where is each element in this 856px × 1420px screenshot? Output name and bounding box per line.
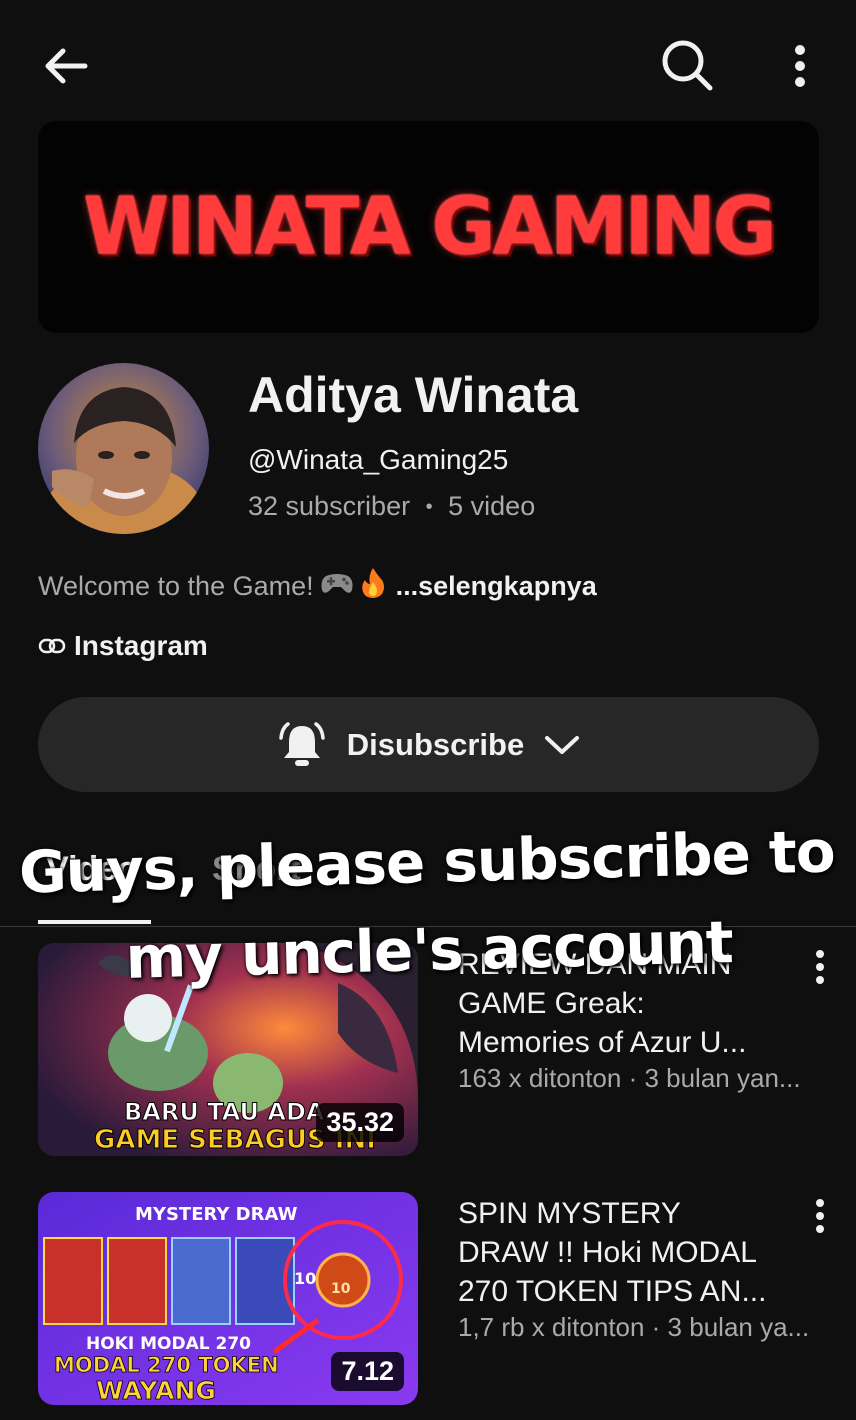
description-text: Welcome to the Game! [38, 571, 314, 601]
gamepad-icon [320, 570, 354, 603]
thumbnail-text-1: MYSTERY DRAW [135, 1204, 298, 1225]
thumbnail-text-1: BARU TAU ADA [124, 1098, 325, 1126]
chevron-down-icon [545, 735, 580, 754]
video-meta: 163 x ditonton · 3 bulan yan... [458, 1063, 801, 1093]
video-title[interactable]: SPIN MYSTERY DRAW !! Hoki MODAL 270 TOKE… [458, 1194, 798, 1311]
subscribe-button-label: Disubscribe [346, 726, 525, 762]
description-more-link[interactable]: ...selengkapnya [396, 571, 597, 602]
instagram-link[interactable]: Instagram [38, 630, 208, 662]
thumbnail-text-2: HOKI MODAL 270 [86, 1334, 251, 1354]
overlay-caption: Guys, please subscribe to my uncle's acc… [18, 817, 836, 992]
back-arrow-icon[interactable] [36, 36, 96, 96]
video-more-options-icon[interactable] [806, 1192, 834, 1240]
video-meta: 1,7 rb x ditonton · 3 bulan ya... [458, 1312, 810, 1342]
stats-separator: • [425, 496, 433, 519]
video-title-line: 270 TOKEN TIPS AN... [458, 1275, 767, 1308]
channel-banner: WINATA GAMING [38, 121, 819, 333]
bell-icon [279, 721, 325, 766]
video-thumbnail[interactable]: MYSTERY DRAW 10 10 HOKI MODAL 270 MODAL … [38, 1192, 418, 1405]
thumbnail-text-3: MODAL 270 TOKEN [54, 1353, 279, 1377]
search-icon[interactable] [656, 34, 718, 96]
thumbnail-text-5: 10 [331, 1281, 351, 1297]
avatar[interactable] [38, 363, 209, 534]
more-options-icon[interactable] [780, 36, 820, 96]
video-duration: 7.12 [331, 1352, 404, 1391]
video-title-line: SPIN MYSTERY [458, 1197, 681, 1230]
top-bar [0, 0, 856, 120]
thumbnail-text-4: WAYANG [96, 1376, 216, 1405]
video-count: 5 video [448, 491, 536, 521]
channel-handle: @Winata_Gaming25 [248, 444, 509, 475]
channel-stats: 32 subscriber • 5 video [248, 491, 535, 522]
video-title-line: DRAW !! Hoki MODAL [458, 1236, 757, 1269]
video-item[interactable]: MYSTERY DRAW 10 10 HOKI MODAL 270 MODAL … [0, 1192, 856, 1407]
fire-icon [360, 567, 386, 606]
subscriber-count: 32 subscriber [248, 491, 411, 521]
link-icon [38, 638, 66, 654]
channel-name: Aditya Winata [248, 367, 579, 423]
banner-title: WINATA GAMING [83, 181, 777, 273]
thumbnail-text-6: 10 [294, 1269, 316, 1288]
instagram-link-label: Instagram [74, 630, 208, 661]
video-title-line: Memories of Azur U... [458, 1026, 747, 1059]
channel-description[interactable]: Welcome to the Game! ...selengkapnya [38, 567, 597, 606]
video-duration: 35.32 [316, 1103, 404, 1142]
subscribe-button[interactable]: Disubscribe [38, 697, 819, 792]
